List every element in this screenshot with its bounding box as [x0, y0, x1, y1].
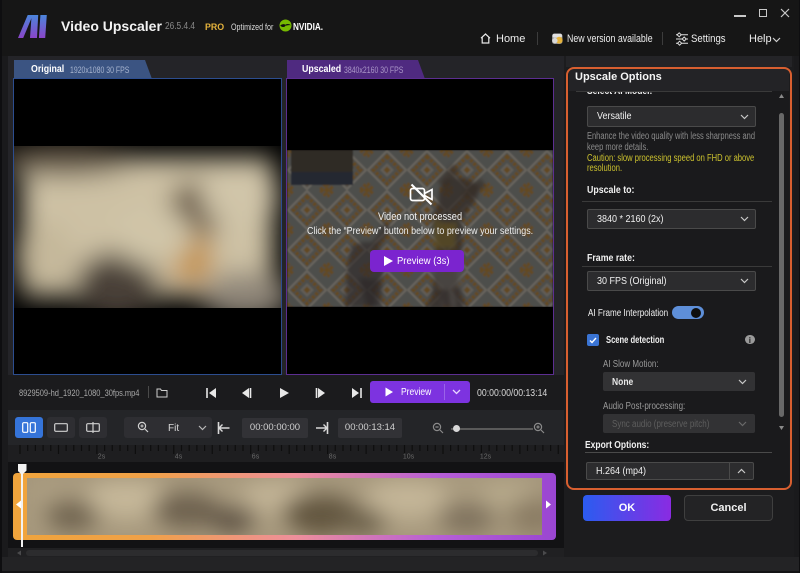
svg-text:8s: 8s	[329, 454, 337, 461]
svg-text:12s: 12s	[480, 454, 492, 461]
svg-text:10s: 10s	[403, 454, 415, 461]
svg-text:2s: 2s	[98, 454, 106, 461]
svg-text:4s: 4s	[175, 454, 183, 461]
svg-text:6s: 6s	[252, 454, 260, 461]
